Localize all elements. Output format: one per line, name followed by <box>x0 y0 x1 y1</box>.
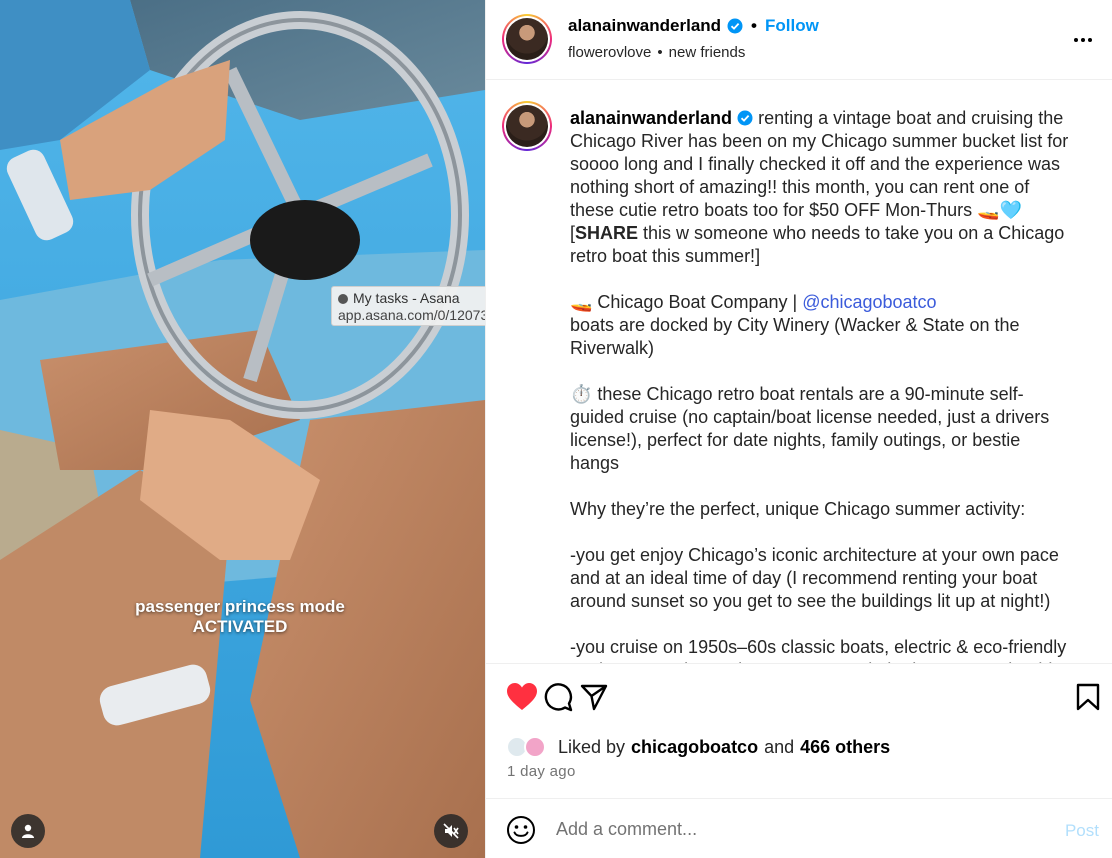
mute-icon <box>443 823 459 839</box>
mute-button[interactable] <box>434 814 468 848</box>
verified-icon <box>737 110 753 126</box>
caption-text-7: -you get enjoy Chicago’s iconic architec… <box>570 545 1064 611</box>
liked-by-and: and <box>764 736 795 757</box>
post-video[interactable]: My tasks - Asana app.asana.com/0/1207307… <box>0 0 485 858</box>
separator-dot: • <box>657 44 663 61</box>
audio-artist[interactable]: flowerovlove <box>568 44 651 61</box>
emoji-icon[interactable] <box>506 815 536 845</box>
user-tag-icon <box>22 824 34 838</box>
more-icon <box>1074 38 1092 42</box>
post-comment-button[interactable]: Post <box>1065 821 1099 841</box>
verified-icon <box>727 18 743 34</box>
instagram-post-modal: My tasks - Asana app.asana.com/0/1207307… <box>0 0 1112 858</box>
comments-scroll-area[interactable]: alanainwanderland renting a vintage boat… <box>486 81 1112 663</box>
caption-text-6: Why they’re the perfect, unique Chicago … <box>570 499 1026 519</box>
caption-author-avatar[interactable] <box>502 101 552 151</box>
likes-summary: Liked by chicagoboatco and 466 others <box>506 736 890 758</box>
liked-by-prefix: Liked by <box>558 736 626 757</box>
caption-company: 🚤 Chicago Boat Company | <box>570 292 803 312</box>
overlay-line-1: passenger princess mode <box>135 597 345 616</box>
post-timestamp[interactable]: 1 day ago <box>507 763 576 780</box>
audio-track[interactable]: new friends <box>669 44 746 61</box>
save-button[interactable] <box>1072 681 1104 713</box>
tooltip-title: My tasks - Asana <box>353 290 460 306</box>
post-details-panel: alanainwanderland • Follow flowerovlove … <box>485 0 1112 858</box>
caption-text-8: -you cruise on 1950s–60s classic boats, … <box>570 637 1067 663</box>
audio-line: flowerovlove • new friends <box>568 44 745 61</box>
comment-composer: Post <box>486 798 1112 858</box>
follow-button[interactable]: Follow <box>765 16 819 36</box>
post-actions: Liked by chicagoboatco and 466 others 1 … <box>486 663 1112 798</box>
liked-by-user[interactable]: chicagoboatco <box>631 737 758 758</box>
comment-icon <box>544 683 573 712</box>
author-avatar[interactable] <box>502 14 552 64</box>
video-text-overlay: passenger princess mode ACTIVATED <box>0 597 480 637</box>
tooltip-url: app.asana.com/0/1207307503719073/list <box>338 307 485 323</box>
caption-text-2: this w someone who needs to take you on … <box>570 223 1070 266</box>
mention-link[interactable]: @chicagoboatco <box>802 292 936 312</box>
caption-text-4: boats are docked by City Winery (Wacker … <box>570 315 1025 358</box>
author-username[interactable]: alanainwanderland <box>568 16 721 36</box>
favicon-icon <box>338 293 348 304</box>
author-line: alanainwanderland • Follow <box>568 16 819 36</box>
like-button[interactable] <box>506 681 538 713</box>
more-options-button[interactable] <box>1071 30 1095 50</box>
likes-count-link[interactable]: 466 others <box>800 737 890 758</box>
comment-button[interactable] <box>542 681 574 713</box>
separator-dot: • <box>751 16 757 35</box>
comment-input[interactable] <box>556 813 1036 845</box>
video-frame <box>0 0 485 858</box>
caption-username[interactable]: alanainwanderland <box>570 108 732 128</box>
caption-text-5: ⏱️ these Chicago retro boat rentals are … <box>570 384 1055 473</box>
caption-share-bold: SHARE <box>575 223 639 243</box>
post-caption: alanainwanderland renting a vintage boat… <box>570 107 1070 663</box>
share-button[interactable] <box>578 681 610 713</box>
user-tag-button[interactable] <box>11 814 45 848</box>
browser-link-tooltip: My tasks - Asana app.asana.com/0/1207307… <box>331 286 485 326</box>
heart-icon <box>507 683 537 710</box>
post-header: alanainwanderland • Follow flowerovlove … <box>486 0 1112 80</box>
overlay-line-2: ACTIVATED <box>192 617 288 636</box>
liker-avatars[interactable] <box>506 736 552 758</box>
bookmark-icon <box>1076 683 1100 711</box>
share-icon <box>580 684 608 711</box>
